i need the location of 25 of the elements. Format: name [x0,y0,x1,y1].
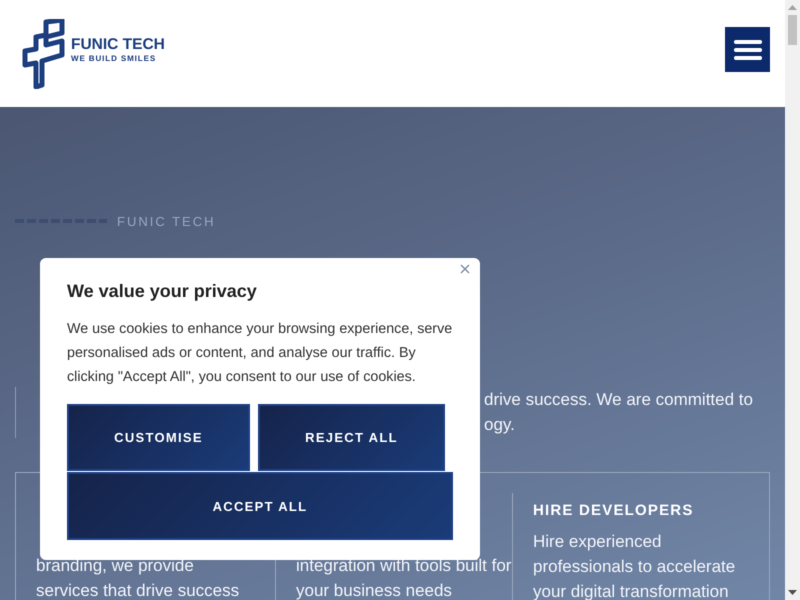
intro-text: ogy. [484,414,516,436]
menu-icon [734,40,762,60]
eyebrow-text: FUNIC TECH [117,214,216,228]
cookie-button[interactable]: CUSTOMISE [67,404,250,471]
scrollbar-thumb[interactable] [788,15,797,45]
close-button[interactable] [458,262,472,276]
dialog-text: We use cookies to enhance your browsing experience, serve personalised ads or content, and analyse our traffic. By clicking "Accept All", you consent to our use of cookies. [67,320,453,387]
accept-all-button[interactable]: ACCEPT ALL [67,472,453,540]
service-description: integration with tools built for [296,555,512,577]
scroll-up-icon [788,5,797,10]
cookie-button[interactable]: REJECT ALL [258,404,445,471]
service-description: your business needs [296,580,453,600]
service-description: services that drive success [36,580,240,600]
service-description: professionals to accelerate [533,556,736,578]
intro-text: drive success. We are committed to [484,389,754,411]
service-description: branding, we provide [36,555,195,577]
service-description: Hire experienced [533,531,663,553]
logo-tagline: WE BUILD SMILES [71,54,158,64]
close-icon [460,264,470,274]
menu-button[interactable] [725,27,770,72]
logo-name: FUNIC TECH [71,36,165,54]
service-title: HIRE DEVELOPERS [533,501,695,521]
scroll-down-icon [788,590,797,595]
dialog-title: We value your privacy [67,280,258,302]
logo-icon [22,18,66,88]
